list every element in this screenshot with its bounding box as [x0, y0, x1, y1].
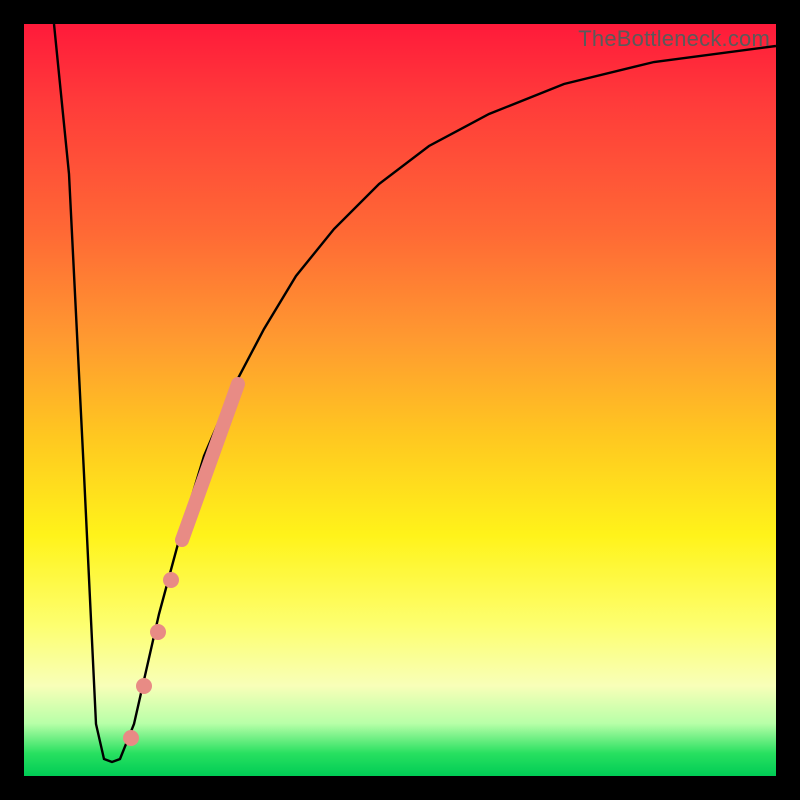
bead-2 [136, 678, 152, 694]
bead-bar [182, 384, 238, 540]
bead-1 [123, 730, 139, 746]
bead-3 [150, 624, 166, 640]
plot-area: TheBottleneck.com [24, 24, 776, 776]
chart-overlay [24, 24, 776, 776]
chart-frame: TheBottleneck.com [0, 0, 800, 800]
bottleneck-curve [54, 24, 776, 762]
bead-4 [163, 572, 179, 588]
